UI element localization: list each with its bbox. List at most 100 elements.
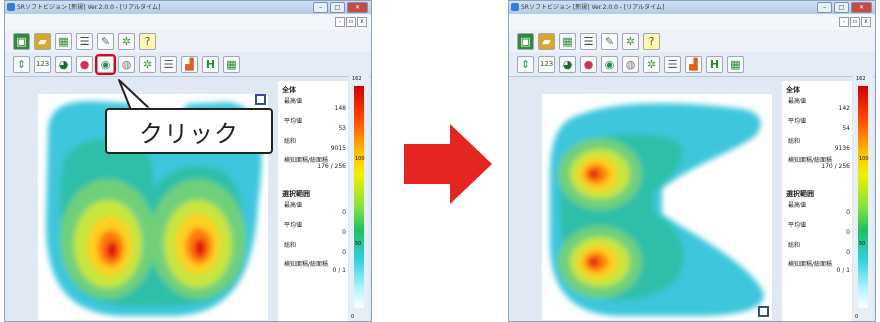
mdi-close-button[interactable]: x (357, 17, 367, 27)
bar-graph-icon[interactable]: ▟ (685, 55, 702, 73)
open-folder-icon[interactable]: ▣ (517, 32, 534, 50)
region-icon[interactable]: ◉ (95, 53, 116, 75)
color-icon[interactable]: ● (76, 55, 93, 73)
window-title: SRソフトビジョン [新規] Ver.2.0.0 - [リアルタイム] (17, 4, 161, 11)
list-icon[interactable]: ☰ (664, 55, 681, 73)
bar-graph-icon[interactable]: ▟ (181, 55, 198, 73)
max-label: 最高値 (788, 98, 807, 105)
camera-icon[interactable]: ◍ (118, 55, 135, 73)
sel-max-value: 0 (342, 209, 346, 216)
summary-header: 全体 (282, 86, 296, 94)
color-scale: 162 100 50 0 (349, 76, 369, 320)
sel-avg-label: 平均値 (284, 222, 303, 229)
settings-icon[interactable]: ✲ (139, 55, 156, 73)
updown-icon[interactable]: ⇕ (13, 55, 30, 73)
h-icon[interactable]: H (706, 55, 723, 73)
scale-tick: 50 (859, 241, 866, 247)
number-123-icon[interactable]: 123 (34, 55, 51, 73)
contour-icon[interactable]: ◕ (55, 55, 72, 73)
mdi-restore-button[interactable]: ▫ (850, 17, 860, 27)
maximize-button[interactable]: □ (330, 2, 345, 13)
sel-area-value: 0 / 1 (836, 267, 850, 274)
region-icon[interactable]: ◉ (601, 55, 618, 73)
avg-label: 平均値 (284, 118, 303, 125)
app-icon (511, 3, 519, 11)
right-arrow-icon (404, 124, 492, 204)
folder-icon[interactable]: ▰ (34, 32, 51, 50)
pen-icon[interactable]: ✎ (97, 32, 114, 50)
sel-area-value: 0 / 1 (332, 267, 346, 274)
sel-sum-value: 0 (846, 249, 850, 256)
list-icon[interactable]: ☰ (76, 32, 93, 50)
area-value: 170 / 256 (821, 163, 850, 170)
settings-icon[interactable]: ✲ (118, 32, 135, 50)
scale-tick: 100 (355, 156, 365, 162)
click-callout: クリック (105, 108, 273, 154)
close-button[interactable]: ✕ (851, 2, 872, 13)
close-button[interactable]: ✕ (347, 2, 368, 13)
scale-min: 0 (351, 314, 355, 320)
summary-header: 全体 (786, 86, 800, 94)
app-window-left: SRソフトビジョン [新規] Ver.2.0.0 - [リアルタイム] – □ … (4, 0, 372, 322)
open-folder-icon[interactable]: ▣ (13, 32, 30, 50)
mdi-restore-button[interactable]: ▫ (346, 17, 356, 27)
grid-icon[interactable]: ▦ (559, 32, 576, 50)
sel-max-value: 0 (846, 209, 850, 216)
mdi-close-button[interactable]: x (861, 17, 871, 27)
camera-icon[interactable]: ◍ (622, 55, 639, 73)
avg-label: 平均値 (788, 118, 807, 125)
mdi-minimize-button[interactable]: - (335, 17, 345, 27)
number-123-icon[interactable]: 123 (538, 55, 555, 73)
max-value: 148 (334, 105, 346, 112)
color-icon[interactable]: ● (580, 55, 597, 73)
sel-sum-label: 総和 (788, 242, 801, 249)
minimize-button[interactable]: – (313, 2, 328, 13)
sum-value: 9136 (834, 145, 850, 152)
sel-max-label: 最高値 (788, 202, 807, 209)
sum-value: 9015 (330, 145, 346, 152)
pen-icon[interactable]: ✎ (601, 32, 618, 50)
area-value: 176 / 256 (317, 163, 346, 170)
toolbar-main: ▣ ▰ ▦ ☰ ✎ ✲ ? (509, 30, 875, 52)
mdi-minimize-button[interactable]: - (839, 17, 849, 27)
grid-icon[interactable]: ▦ (55, 32, 72, 50)
scale-max: 162 (856, 76, 866, 82)
pressure-heatmap[interactable] (542, 94, 772, 320)
color-scale-bar (354, 86, 364, 308)
selection-header: 選択範囲 (786, 190, 814, 198)
folder-icon[interactable]: ▰ (538, 32, 555, 50)
window-title: SRソフトビジョン [新規] Ver.2.0.0 - [リアルタイム] (521, 4, 665, 11)
sel-max-label: 最高値 (284, 202, 303, 209)
settings-icon[interactable]: ✲ (643, 55, 660, 73)
selection-marker[interactable] (255, 94, 266, 105)
toolbar-view: ⇕ 123 ◕ ● ◉ ◍ ✲ ☰ ▟ H ▦ (5, 52, 371, 77)
sel-area-label: 検知面積/総面積 (284, 261, 329, 268)
help-icon[interactable]: ? (643, 32, 660, 50)
help-icon[interactable]: ? (139, 32, 156, 50)
updown-icon[interactable]: ⇕ (517, 55, 534, 73)
maximize-button[interactable]: □ (834, 2, 849, 13)
grid-icon[interactable]: ▦ (727, 55, 744, 73)
grid-icon[interactable]: ▦ (223, 55, 240, 73)
avg-value: 54 (842, 125, 850, 132)
app-window-right: SRソフトビジョン [新規] Ver.2.0.0 - [リアルタイム] – □ … (508, 0, 876, 322)
sel-sum-label: 総和 (284, 242, 297, 249)
contour-icon[interactable]: ◕ (559, 55, 576, 73)
sel-avg-value: 0 (342, 229, 346, 236)
scale-tick: 50 (355, 241, 362, 247)
sum-label: 総和 (788, 138, 801, 145)
selection-header: 選択範囲 (282, 190, 310, 198)
sel-area-label: 検知面積/総面積 (788, 261, 833, 268)
app-icon (7, 3, 15, 11)
title-bar: SRソフトビジョン [新規] Ver.2.0.0 - [リアルタイム] – □ … (5, 1, 371, 14)
list-icon[interactable]: ☰ (160, 55, 177, 73)
scale-tick: 100 (859, 156, 869, 162)
list-icon[interactable]: ☰ (580, 32, 597, 50)
selection-marker[interactable] (758, 306, 769, 317)
h-icon[interactable]: H (202, 55, 219, 73)
sel-avg-value: 0 (846, 229, 850, 236)
scale-min: 0 (855, 314, 859, 320)
settings-icon[interactable]: ✲ (622, 32, 639, 50)
minimize-button[interactable]: – (817, 2, 832, 13)
max-value: 142 (838, 105, 850, 112)
